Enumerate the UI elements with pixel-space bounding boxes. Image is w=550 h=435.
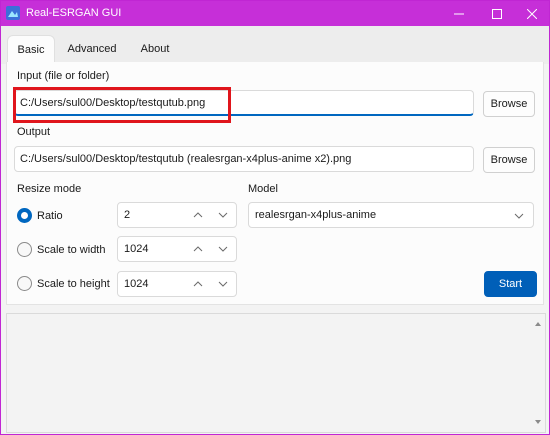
input-highlight-box [13, 87, 231, 123]
scale-height-radio[interactable] [17, 276, 32, 291]
output-label: Output [17, 126, 51, 138]
chevron-down-icon[interactable] [217, 243, 229, 255]
close-icon [527, 8, 537, 19]
close-button[interactable] [514, 1, 550, 26]
height-value: 1024 [124, 278, 149, 290]
model-value: realesrgan-x4plus-anime [255, 209, 377, 221]
output-path-field[interactable]: C:/Users/sul00/Desktop/testqutub (reales… [14, 146, 474, 172]
input-browse-button[interactable]: Browse [483, 91, 535, 117]
resize-mode-label: Resize mode [17, 183, 82, 195]
model-label: Model [248, 183, 278, 195]
height-spinbox[interactable]: 1024 [117, 271, 237, 297]
scroll-up-icon[interactable] [534, 320, 542, 328]
maximize-icon [492, 8, 502, 19]
tab-basic[interactable]: Basic [7, 35, 55, 64]
ratio-radio[interactable] [17, 208, 32, 223]
scale-width-label[interactable]: Scale to width [37, 244, 105, 256]
ratio-spinbox[interactable]: 2 [117, 202, 237, 228]
tab-advanced[interactable]: Advanced [61, 35, 123, 64]
minimize-button[interactable] [441, 1, 477, 26]
scale-width-radio[interactable] [17, 242, 32, 257]
scale-height-label[interactable]: Scale to height [37, 278, 110, 290]
log-area[interactable] [6, 313, 546, 433]
ratio-value: 2 [124, 209, 131, 221]
window-title: Real-ESRGAN GUI [26, 7, 122, 19]
start-button[interactable]: Start [484, 271, 537, 297]
model-dropdown[interactable]: realesrgan-x4plus-anime [248, 202, 534, 228]
chevron-up-icon[interactable] [192, 278, 204, 290]
chevron-down-icon[interactable] [217, 209, 229, 221]
ratio-label[interactable]: Ratio [37, 210, 63, 222]
app-window: Real-ESRGAN GUI Basic Advanced About Inp… [0, 0, 550, 435]
app-icon [6, 6, 20, 20]
chevron-down-icon [514, 213, 524, 219]
minimize-icon [454, 13, 464, 14]
chevron-down-icon[interactable] [217, 278, 229, 290]
title-bar[interactable]: Real-ESRGAN GUI [1, 1, 549, 26]
maximize-button[interactable] [479, 1, 515, 26]
output-browse-button[interactable]: Browse [483, 147, 535, 173]
chevron-up-icon[interactable] [192, 243, 204, 255]
width-spinbox[interactable]: 1024 [117, 236, 237, 262]
scroll-down-icon[interactable] [534, 418, 542, 426]
chevron-up-icon[interactable] [192, 209, 204, 221]
width-value: 1024 [124, 243, 149, 255]
tab-bar: Basic Advanced About [1, 26, 549, 64]
tab-about[interactable]: About [131, 35, 179, 64]
input-label: Input (file or folder) [17, 70, 110, 82]
